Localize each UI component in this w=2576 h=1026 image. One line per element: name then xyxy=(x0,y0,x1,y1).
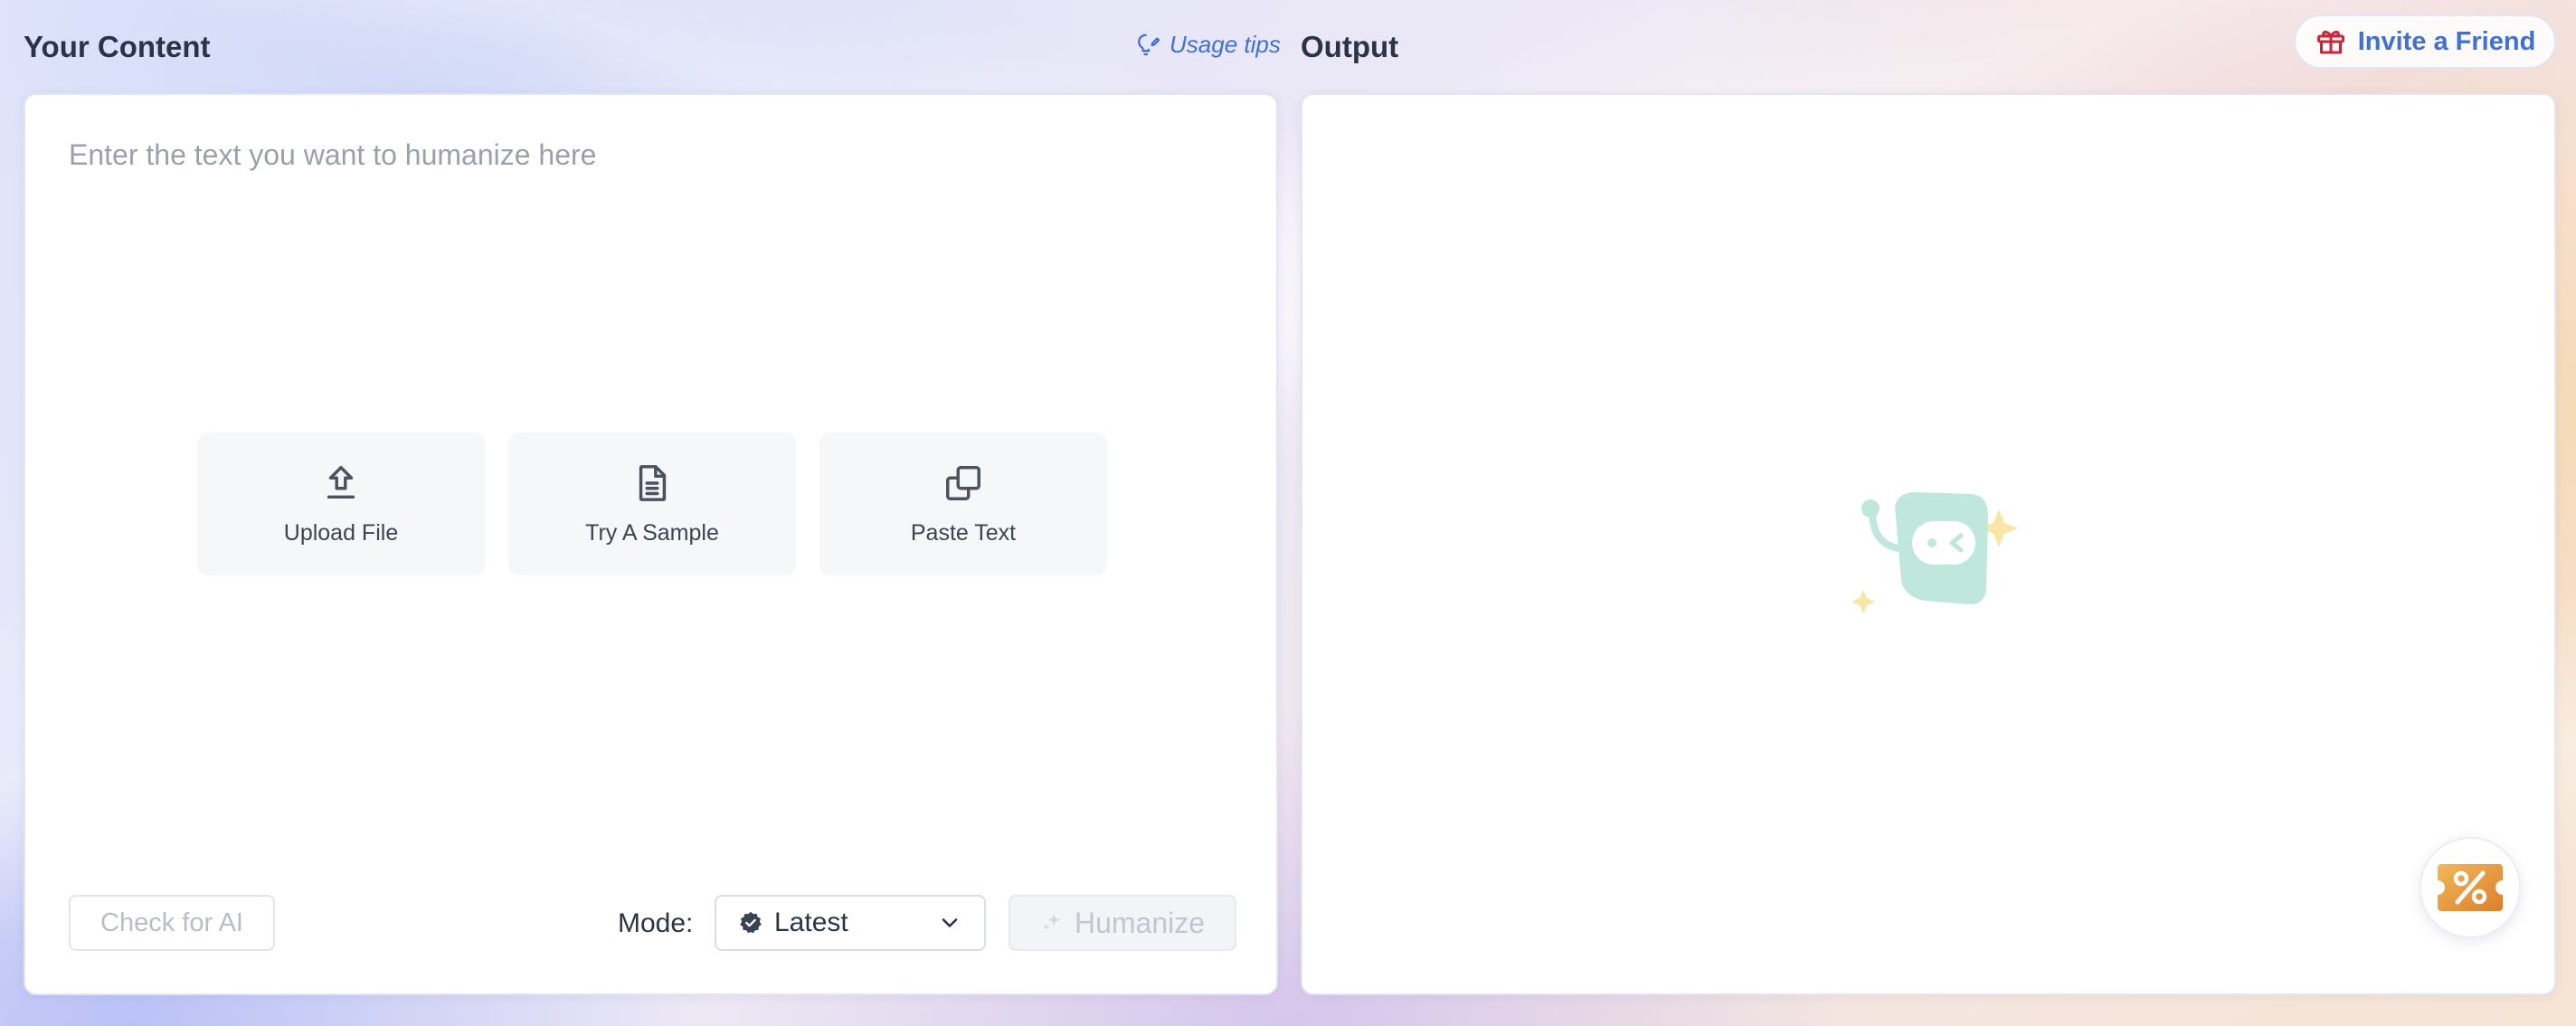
input-panel: Upload File Try A Sample Paste Text Chec… xyxy=(24,93,1278,995)
lightbulb-pencil-icon xyxy=(1138,33,1160,55)
paste-text-label: Paste Text xyxy=(910,519,1017,546)
badge-check-icon xyxy=(740,911,762,934)
upload-file-label: Upload File xyxy=(283,519,399,546)
check-for-ai-button[interactable]: Check for AI xyxy=(69,895,275,951)
document-icon xyxy=(639,464,667,501)
invite-friend-label: Invite a Friend xyxy=(2357,26,2536,56)
humanize-button[interactable]: Humanize xyxy=(1009,895,1236,951)
usage-tips-link[interactable]: Usage tips xyxy=(1133,31,1281,59)
paste-text-button[interactable]: Paste Text xyxy=(819,432,1107,575)
output-panel xyxy=(1301,93,2556,995)
usage-tips-label: Usage tips xyxy=(1170,31,1281,58)
input-actions: Upload File Try A Sample Paste Text xyxy=(197,432,1107,575)
mode-value: Latest xyxy=(774,907,848,937)
try-sample-label: Try A Sample xyxy=(585,519,719,546)
mode-label: Mode: xyxy=(618,908,694,938)
your-content-title: Your Content xyxy=(24,30,211,63)
output-title: Output xyxy=(1301,30,1399,63)
gift-icon xyxy=(2316,30,2344,54)
invite-friend-button[interactable]: Invite a Friend xyxy=(2294,14,2556,69)
mode-select[interactable]: Latest xyxy=(715,895,986,951)
try-sample-button[interactable]: Try A Sample xyxy=(508,432,796,575)
robot-mascot-icon xyxy=(1852,492,2018,613)
upload-icon xyxy=(327,465,355,499)
chevron-down-icon xyxy=(942,918,958,927)
upload-file-button[interactable]: Upload File xyxy=(197,432,485,575)
copy-icon xyxy=(946,465,980,500)
sparkle-icon xyxy=(1043,914,1060,930)
discount-coupon-icon xyxy=(2438,864,2503,911)
discount-coupon-button[interactable] xyxy=(2420,837,2521,938)
humanize-label: Humanize xyxy=(1074,906,1206,939)
